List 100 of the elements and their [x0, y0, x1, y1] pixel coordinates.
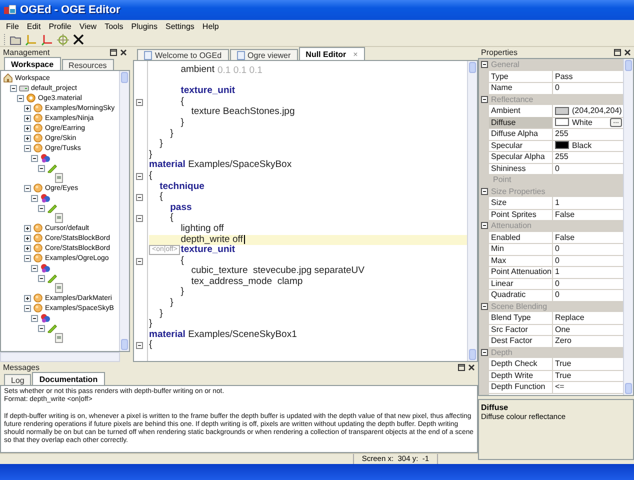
property-name[interactable]: Depth Check [489, 358, 552, 370]
expand-toggle[interactable] [24, 244, 31, 252]
code-line: } [149, 150, 152, 160]
sphere-icon [33, 243, 43, 253]
property-name[interactable]: Blend Type [489, 312, 552, 324]
horizontal-scrollbar[interactable] [0, 352, 120, 362]
sphere-icon [33, 143, 43, 153]
property-name[interactable]: Enabled [489, 232, 552, 244]
balls-icon [40, 263, 50, 273]
collapse-toggle[interactable] [481, 188, 488, 195]
tab-label[interactable]: Null Editor [306, 48, 346, 60]
pencil-icon [47, 273, 57, 283]
property-name[interactable]: Min [489, 243, 552, 256]
code-editor[interactable] [133, 61, 478, 362]
property-name[interactable]: Depth Function [489, 381, 552, 394]
restore-icon [458, 364, 465, 371]
property-name[interactable]: Size [489, 197, 552, 210]
tab[interactable]: Welcome to OGEd [137, 49, 229, 60]
collapse-toggle[interactable] [24, 144, 31, 152]
fold-toggle[interactable] [136, 98, 143, 106]
property-name[interactable]: Src Factor [489, 324, 552, 336]
restore-icon [110, 49, 117, 56]
close-icon[interactable] [624, 49, 631, 56]
tab[interactable]: Ogre viewer [230, 49, 298, 60]
collapse-toggle[interactable] [24, 254, 31, 262]
tab[interactable]: Log [4, 374, 32, 385]
cross-icon[interactable] [73, 34, 84, 45]
balls-icon [40, 153, 50, 163]
property-value: <= [555, 382, 564, 392]
property-name[interactable]: Diffuse [489, 116, 552, 129]
collapse-toggle[interactable] [481, 61, 488, 68]
expand-toggle[interactable] [24, 224, 31, 232]
folder-icon[interactable] [10, 34, 21, 44]
menu-item[interactable]: File [3, 22, 22, 30]
tab[interactable]: Documentation [32, 372, 105, 385]
fold-toggle[interactable] [136, 342, 143, 350]
fold-toggle[interactable] [136, 194, 143, 202]
tab[interactable]: Workspace [4, 57, 61, 70]
sphere-icon [33, 103, 43, 113]
property-name[interactable]: Diffuse Alpha [489, 128, 552, 140]
property-name[interactable]: Max [489, 254, 552, 267]
expand-toggle[interactable] [24, 134, 31, 142]
menu-item[interactable]: Settings [162, 22, 198, 30]
tab[interactable]: Null Editor × [298, 47, 365, 60]
menu-item[interactable]: Profile [46, 22, 74, 30]
collapse-toggle[interactable] [17, 94, 24, 102]
expand-toggle[interactable] [24, 234, 31, 242]
menu-item[interactable]: Plugins [128, 22, 161, 30]
collapse-toggle[interactable] [38, 204, 45, 212]
expand-toggle[interactable] [24, 114, 31, 122]
close-icon[interactable] [120, 49, 127, 56]
tab-label[interactable]: Welcome to OGEd [155, 50, 222, 60]
collapse-toggle[interactable] [481, 302, 488, 310]
fold-toggle[interactable] [136, 215, 143, 222]
collapse-toggle[interactable] [31, 194, 38, 202]
property-name[interactable]: Type [489, 70, 552, 83]
collapse-toggle[interactable] [38, 164, 45, 172]
collapse-toggle[interactable] [31, 264, 38, 272]
collapse-toggle[interactable] [31, 154, 38, 162]
code-line: } [170, 128, 174, 140]
property-value: One [555, 324, 570, 334]
collapse-toggle[interactable] [31, 314, 38, 322]
collapse-toggle[interactable] [481, 348, 488, 356]
property-name[interactable]: Depth Write [489, 370, 552, 382]
property-name[interactable]: Point Attenuation [489, 266, 552, 278]
collapse-toggle[interactable] [10, 84, 17, 92]
expand-toggle[interactable] [24, 294, 31, 302]
close-icon[interactable]: × [353, 48, 358, 60]
collapse-toggle[interactable] [481, 222, 488, 230]
menu-item[interactable]: Tools [102, 22, 126, 30]
close-icon[interactable] [468, 364, 475, 371]
window-title: OGEd - OGE Editor [20, 4, 120, 16]
tab-label[interactable]: Ogre viewer [248, 50, 291, 60]
code-line: } [170, 298, 174, 309]
expand-toggle[interactable] [24, 104, 31, 112]
expand-toggle[interactable] [24, 124, 31, 132]
collapse-toggle[interactable] [38, 274, 45, 282]
document-icon [236, 50, 245, 60]
fold-toggle[interactable] [136, 172, 143, 180]
code-line: lighting off [180, 224, 224, 234]
pencil-icon [47, 323, 57, 333]
menu-item[interactable]: Help [199, 22, 222, 30]
code-line: material Examples/SceneSkyBox1 [149, 330, 297, 340]
code-line: } [149, 319, 152, 330]
tab[interactable]: Resources [62, 59, 114, 70]
vertical-scrollbar[interactable] [623, 59, 633, 395]
collapse-toggle[interactable] [24, 184, 31, 192]
menu-item[interactable]: View [76, 22, 100, 30]
menu-item[interactable]: Edit [24, 22, 44, 30]
collapse-toggle[interactable] [38, 324, 45, 332]
property-name[interactable]: Specular [489, 140, 552, 152]
property-name[interactable]: Specular Alpha [489, 151, 552, 164]
vertical-scrollbar[interactable] [119, 71, 129, 351]
collapse-toggle[interactable] [481, 96, 488, 103]
axes-icon[interactable] [41, 34, 53, 46]
collapse-toggle[interactable] [24, 304, 31, 312]
vertical-scrollbar[interactable] [467, 61, 477, 361]
document-icon [54, 213, 64, 223]
fold-toggle[interactable] [136, 258, 143, 265]
property-name[interactable]: Linear [489, 278, 552, 290]
